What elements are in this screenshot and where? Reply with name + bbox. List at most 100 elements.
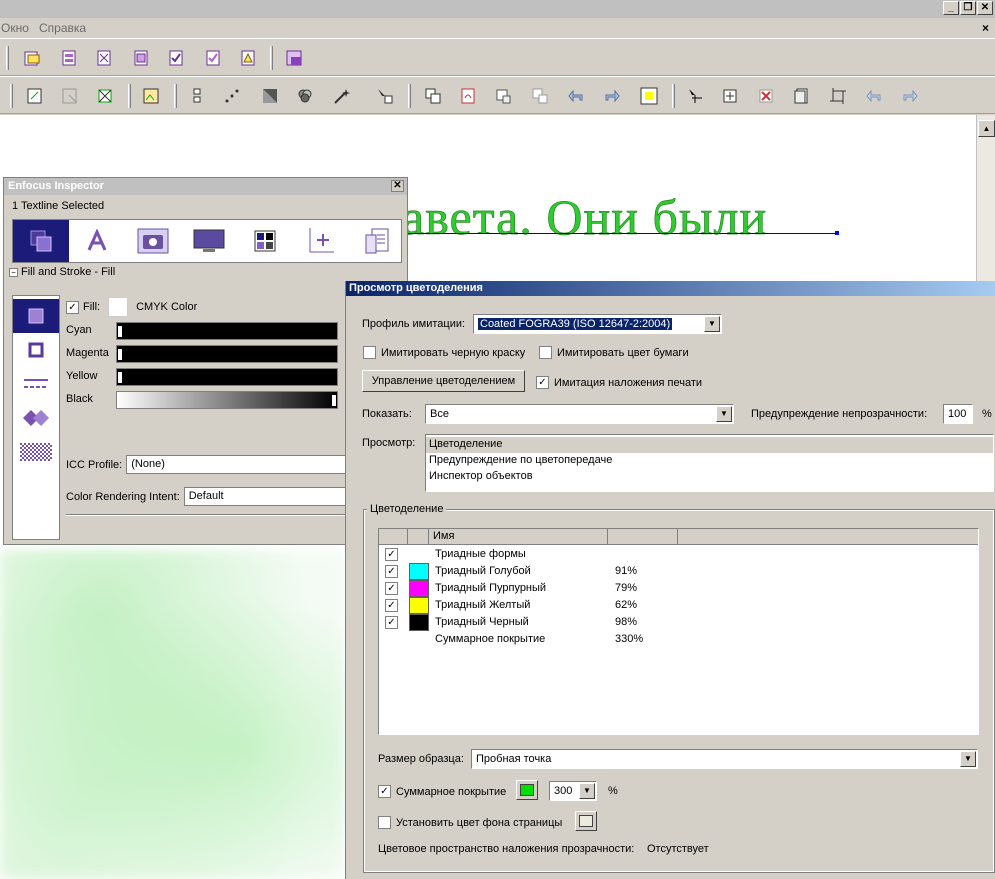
tab-position[interactable] (293, 220, 349, 262)
slider-thumb[interactable] (117, 325, 123, 338)
fill-color-swatch[interactable] (108, 297, 129, 317)
tab-color[interactable] (237, 220, 293, 262)
redo-icon[interactable] (602, 86, 622, 106)
inspector-close-button[interactable]: ✕ (391, 180, 404, 192)
table-row[interactable]: ✓ Триадный Желтый 62% (379, 597, 978, 614)
form-button-icon[interactable] (94, 48, 114, 68)
output-preview-icon[interactable] (295, 86, 315, 106)
table-row[interactable]: ✓ Триадный Пурпурный 79% (379, 580, 978, 597)
crop-page-icon[interactable] (828, 86, 848, 106)
export-pdf-icon[interactable] (458, 86, 478, 106)
delete-object-icon[interactable] (756, 86, 776, 106)
collapse-icon[interactable]: − (9, 268, 18, 277)
selection-handle[interactable] (835, 231, 839, 235)
fill-stroke-section-header[interactable]: − Fill and Stroke - Fill (9, 266, 399, 282)
preview-option-object-inspector[interactable]: Инспектор объектов (426, 469, 993, 485)
slider-thumb[interactable] (117, 371, 123, 384)
toolbar-grip[interactable] (270, 46, 273, 70)
tab-text[interactable] (69, 220, 125, 262)
toolbar-grip[interactable] (408, 84, 411, 108)
toolbar-grip[interactable] (6, 46, 9, 70)
total-coverage-color-button[interactable] (516, 780, 538, 800)
total-coverage-checkbox[interactable]: ✓ (378, 785, 391, 798)
tab-image[interactable] (125, 220, 181, 262)
total-coverage-dropdown[interactable]: 300 ▼ (549, 781, 597, 801)
sample-size-dropdown[interactable]: Пробная точка ▼ (471, 749, 978, 769)
rendering-intent-field[interactable]: Default (183, 487, 349, 506)
preview-option-color-warnings[interactable]: Предупреждение по цветопередаче (426, 453, 993, 469)
opacity-warning-input[interactable]: 100 (943, 404, 973, 424)
simulate-black-checkbox[interactable] (363, 346, 376, 359)
dialog-title[interactable]: Просмотр цветоделения (346, 281, 995, 296)
header-name-column[interactable]: Имя (429, 529, 608, 545)
menu-help[interactable]: Справка (39, 21, 86, 35)
cyan-slider[interactable] (116, 322, 338, 340)
show-dropdown[interactable]: Все ▼ (425, 404, 734, 424)
form-list-icon[interactable] (131, 48, 151, 68)
scroll-up-arrow-icon[interactable]: ▲ (978, 120, 995, 137)
ink-checkbox[interactable]: ✓ (385, 582, 398, 595)
dropdown-arrow-icon[interactable]: ▼ (716, 406, 732, 422)
page-icon[interactable] (792, 86, 812, 106)
header-color-column[interactable] (408, 529, 429, 545)
slider-thumb[interactable] (331, 394, 337, 407)
black-slider[interactable] (116, 391, 338, 409)
add-object-icon[interactable] (720, 86, 740, 106)
dropdown-arrow-icon[interactable]: ▼ (579, 783, 595, 799)
distribute-icon[interactable] (222, 86, 242, 106)
form-radio-icon[interactable] (203, 48, 223, 68)
ink-checkbox[interactable]: ✓ (385, 548, 398, 561)
forward-icon[interactable] (900, 86, 920, 106)
restore-button[interactable]: ❐ (960, 1, 976, 15)
duplicate-icon[interactable] (530, 86, 550, 106)
ink-manager-button[interactable]: Управление цветоделением (362, 370, 525, 392)
minimize-button[interactable]: _ (943, 1, 959, 15)
icc-profile-field[interactable]: (None) (126, 455, 349, 474)
tab-display[interactable] (181, 220, 237, 262)
table-row[interactable]: ✓ Триадный Голубой 91% (379, 563, 978, 580)
form-signature-icon[interactable] (284, 48, 304, 68)
back-icon[interactable] (864, 86, 884, 106)
document-text-line[interactable]: авета. Они были (402, 188, 767, 246)
copy-objects-icon[interactable] (423, 86, 443, 106)
yellow-slider[interactable] (116, 368, 338, 386)
table-row[interactable]: Суммарное покрытие 330% (379, 631, 978, 648)
close-window-button[interactable]: ✕ (977, 1, 993, 15)
place-icon[interactable] (494, 86, 514, 106)
dropdown-arrow-icon[interactable]: ▼ (960, 751, 976, 767)
header-coverage-column[interactable] (608, 529, 678, 545)
image-icon[interactable] (141, 86, 161, 106)
table-row[interactable]: ✓ Триадный Черный 98% (379, 614, 978, 631)
select-object-icon[interactable] (60, 86, 80, 106)
form-warning-icon[interactable] (238, 48, 258, 68)
align-icon[interactable] (187, 86, 207, 106)
page-bg-color-button[interactable] (575, 811, 597, 831)
preview-option-separations[interactable]: Цветоделение (426, 437, 993, 453)
table-row[interactable]: ✓ Триадные формы (379, 546, 978, 563)
form-checkbox-icon[interactable] (166, 48, 186, 68)
slider-thumb[interactable] (117, 348, 123, 361)
toolbar-grip[interactable] (672, 84, 675, 108)
toolbar-grip[interactable] (174, 84, 177, 108)
toolbar-grip[interactable] (128, 84, 131, 108)
ink-checkbox[interactable]: ✓ (385, 599, 398, 612)
tab-prepress[interactable] (349, 220, 405, 262)
line-style-button[interactable] (13, 367, 59, 401)
simulate-paper-checkbox[interactable] (539, 346, 552, 359)
magenta-slider[interactable] (116, 345, 338, 363)
magic-wand-icon[interactable] (332, 86, 352, 106)
crop-icon[interactable] (95, 86, 115, 106)
stroke-mode-button[interactable] (13, 333, 59, 367)
highlight-icon[interactable] (639, 86, 659, 106)
profile-dropdown[interactable]: Coated FOGRA39 (ISO 12647-2:2004) ▼ (473, 314, 722, 334)
fill-checkbox[interactable]: ✓ (66, 300, 79, 314)
overprint-button[interactable] (13, 401, 59, 435)
select-text-icon[interactable] (25, 86, 45, 106)
node-tool-icon[interactable] (685, 86, 705, 106)
preview-mode-list[interactable]: Цветоделение Предупреждение по цветопере… (425, 434, 994, 492)
form-field-icon[interactable] (59, 48, 79, 68)
dropdown-arrow-icon[interactable]: ▼ (704, 316, 720, 332)
tab-fill-stroke[interactable] (13, 220, 69, 262)
transparency-button[interactable] (13, 435, 59, 469)
ink-checkbox[interactable]: ✓ (385, 565, 398, 578)
